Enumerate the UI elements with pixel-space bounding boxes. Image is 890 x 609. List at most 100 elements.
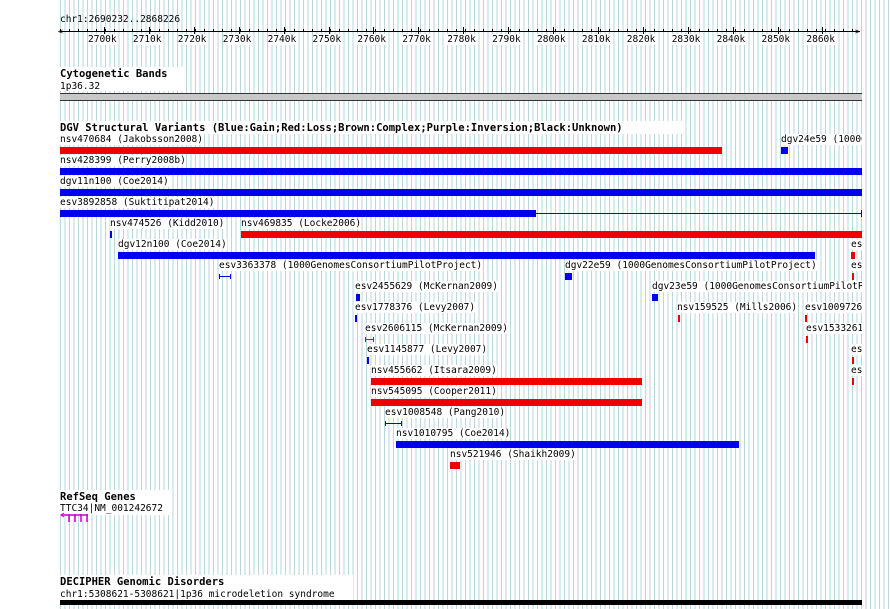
dgv-item-label[interactable]: esv3109 bbox=[851, 260, 862, 271]
dgv-item-gain-bar[interactable] bbox=[219, 274, 231, 279]
ruler: < > 2700k2710k2720k2730k2740k2750k2760k2… bbox=[0, 0, 890, 50]
dgv-item-label[interactable]: esv2606115 (McKernan2009) bbox=[365, 323, 508, 334]
dgv-item-label[interactable]: esv2455629 (McKernan2009) bbox=[355, 281, 498, 292]
dgv-item-label[interactable]: dgv11n100 (Coe2014) bbox=[60, 176, 169, 187]
dgv-item-label[interactable]: esv9939 bbox=[851, 344, 862, 355]
ruler-minor-tick bbox=[618, 29, 619, 32]
ruler-minor-tick bbox=[762, 29, 763, 32]
dgv-item-gain-bar[interactable] bbox=[110, 231, 112, 238]
decipher-item-bar[interactable] bbox=[60, 600, 862, 605]
dgv-item-gain-bar[interactable] bbox=[60, 168, 862, 175]
dgv-item-label[interactable]: nsv159525 (Mills2006) bbox=[677, 302, 798, 313]
dgv-item-label[interactable]: nsv469835 (Locke2006) bbox=[241, 218, 362, 229]
ruler-minor-tick bbox=[159, 29, 160, 32]
dgv-item-label[interactable]: dgv12n100 (Coe2014) bbox=[118, 239, 227, 250]
ruler-major-tick bbox=[822, 27, 824, 34]
dgv-item-label[interactable]: nsv470684 (Jakobsson2008) bbox=[60, 134, 203, 145]
ruler-minor-tick bbox=[402, 29, 403, 32]
dgv-item-label[interactable]: nsv455662 (Itsara2009) bbox=[371, 365, 497, 376]
ruler-minor-tick bbox=[438, 29, 439, 32]
ruler-minor-tick bbox=[807, 29, 808, 32]
ruler-minor-tick bbox=[573, 29, 574, 32]
ruler-minor-tick bbox=[141, 29, 142, 32]
ruler-minor-tick bbox=[825, 29, 826, 32]
dgv-item-gain-bar[interactable] bbox=[60, 210, 536, 217]
dgv-item-gain-bar[interactable] bbox=[367, 357, 369, 364]
ruler-minor-tick bbox=[798, 29, 799, 32]
dgv-item-loss-bar[interactable] bbox=[450, 462, 460, 469]
dgv-item-gain-bar[interactable] bbox=[396, 441, 739, 448]
dgv-item-gain-bar[interactable] bbox=[356, 294, 360, 301]
ruler-minor-tick bbox=[150, 29, 151, 32]
gene-ttc34-glyph[interactable] bbox=[60, 512, 92, 524]
ruler-minor-tick bbox=[60, 29, 61, 32]
ruler-minor-tick bbox=[483, 29, 484, 32]
ruler-minor-tick bbox=[645, 29, 646, 32]
ruler-minor-tick bbox=[366, 29, 367, 32]
dgv-item-label[interactable]: nsv428399 (Perry2008b) bbox=[60, 155, 186, 166]
ruler-minor-tick bbox=[447, 29, 448, 32]
dgv-item-loss-bar[interactable] bbox=[852, 357, 854, 364]
ruler-label: 2730k bbox=[222, 34, 252, 45]
cytoband-bar[interactable] bbox=[60, 93, 862, 101]
ruler-minor-tick bbox=[411, 29, 412, 32]
ruler-label: 2770k bbox=[402, 34, 431, 45]
dgv-item-label[interactable]: nsv474526 (Kidd2010) bbox=[110, 218, 225, 229]
ruler-minor-tick bbox=[69, 29, 70, 32]
dgv-item-label[interactable]: esv1009726 (Pan bbox=[805, 302, 862, 313]
dgv-item-gain-bar[interactable] bbox=[355, 315, 357, 322]
ruler-label: 2710k bbox=[132, 34, 162, 45]
ruler-minor-tick bbox=[321, 29, 322, 32]
ruler-minor-tick bbox=[789, 29, 790, 32]
ruler-minor-tick bbox=[492, 29, 493, 32]
ruler-minor-tick bbox=[663, 29, 664, 32]
dgv-item-label[interactable]: nsv1010795 (Coe2014) bbox=[396, 428, 511, 439]
dgv-item-label[interactable]: esv3892858 (Suktitipat2014) bbox=[60, 197, 215, 208]
dgv-item-label[interactable]: dgv24e59 (1000Genom bbox=[781, 134, 862, 145]
dgv-item-loss-bar[interactable] bbox=[852, 378, 854, 385]
ruler-major-tick bbox=[642, 27, 644, 34]
ruler-minor-tick bbox=[528, 29, 529, 32]
dgv-item-gain-bar[interactable] bbox=[565, 273, 572, 280]
dgv-item-loss-bar[interactable] bbox=[806, 336, 808, 343]
dgv-item-label[interactable]: esv1008548 (Pang2010) bbox=[385, 407, 506, 418]
dgv-item-loss-bar[interactable] bbox=[371, 399, 642, 406]
dgv-item-loss-bar[interactable] bbox=[60, 147, 722, 154]
dgv-item-label[interactable]: nsv545095 (Cooper2011) bbox=[371, 386, 497, 397]
dgv-item-label[interactable]: esv1145877 (Levy2007) bbox=[367, 344, 488, 355]
ruler-minor-tick bbox=[78, 29, 79, 32]
dgv-item-gain-bar[interactable] bbox=[118, 252, 815, 259]
dgv-item-label[interactable]: esv1778376 (Levy2007) bbox=[355, 302, 476, 313]
dgv-item-loss-bar[interactable] bbox=[365, 337, 374, 342]
ruler-minor-tick bbox=[384, 29, 385, 32]
ruler-label: 2750k bbox=[312, 34, 342, 45]
ruler-minor-tick bbox=[654, 29, 655, 32]
dgv-item-loss-bar[interactable] bbox=[241, 231, 862, 238]
dgv-item-loss-bar[interactable] bbox=[371, 378, 642, 385]
dgv-item-label[interactable]: dgv22e59 (1000GenomesConsortiumPilotProj… bbox=[565, 260, 817, 271]
ruler-minor-tick bbox=[420, 29, 421, 32]
dgv-item-label[interactable]: esv1533261 (Le bbox=[806, 323, 862, 334]
dgv-item-label[interactable]: esv1703 bbox=[851, 365, 862, 376]
ruler-minor-tick bbox=[105, 29, 106, 32]
dgv-item-label[interactable]: dgv23e59 (1000GenomesConsortiumPilotProj bbox=[652, 281, 862, 292]
dgv-item-gain-bar[interactable] bbox=[781, 147, 788, 154]
dgv-item-gain-bar[interactable] bbox=[385, 421, 402, 426]
ruler-minor-tick bbox=[96, 29, 97, 32]
dgv-item-loss-bar[interactable] bbox=[852, 273, 854, 280]
ruler-minor-tick bbox=[843, 29, 844, 32]
dgv-item-loss-bar[interactable] bbox=[851, 252, 855, 259]
dgv-item-label[interactable]: esv3363378 (1000GenomesConsortiumPilotPr… bbox=[219, 260, 483, 271]
dgv-item-label[interactable]: esv2132 bbox=[851, 239, 862, 250]
dgv-item-loss-bar[interactable] bbox=[805, 315, 807, 322]
dgv-item-gain-bar[interactable] bbox=[60, 189, 862, 196]
ruler-major-tick bbox=[508, 27, 510, 34]
ruler-minor-tick bbox=[429, 29, 430, 32]
ruler-major-tick bbox=[687, 27, 689, 34]
dgv-item-label[interactable]: nsv521946 (Shaikh2009) bbox=[450, 449, 576, 460]
ruler-minor-tick bbox=[474, 29, 475, 32]
dgv-item-gain-bar[interactable] bbox=[652, 294, 658, 301]
dgv-item-loss-bar[interactable] bbox=[678, 315, 680, 322]
ruler-minor-tick bbox=[681, 29, 682, 32]
ruler-minor-tick bbox=[123, 29, 124, 32]
